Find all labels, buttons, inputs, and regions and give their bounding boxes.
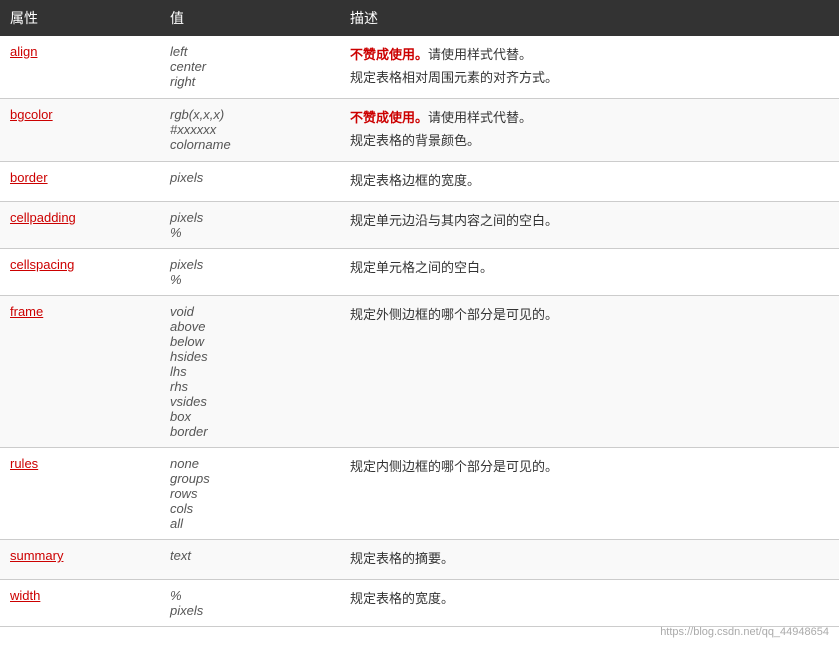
val-item: % [170, 588, 330, 603]
table-row: cellpadding pixels% 规定单元边沿与其内容之间的空白。 [0, 202, 839, 249]
desc-cell: 规定外侧边框的哪个部分是可见的。 [340, 296, 839, 448]
val-item: border [170, 424, 330, 439]
table-row: alignleftcenterright不赞成使用。请使用样式代替。规定表格相对… [0, 36, 839, 99]
attr-link[interactable]: border [10, 170, 48, 185]
desc-line: 不赞成使用。请使用样式代替。 [350, 44, 829, 63]
desc-cell: 规定单元格之间的空白。 [340, 249, 839, 296]
table-header: 属性 值 描述 [0, 0, 839, 36]
val-item: above [170, 319, 330, 334]
attr-link[interactable]: summary [10, 548, 63, 563]
attr-link[interactable]: cellspacing [10, 257, 74, 272]
table-row: rules nonegroupsrowscolsall 规定内侧边框的哪个部分是可见… [0, 448, 839, 540]
desc-cell: 规定单元边沿与其内容之间的空白。 [340, 202, 839, 249]
table-row: border pixels 规定表格边框的宽度。 [0, 162, 839, 202]
val-cell: voidabovebelowhsideslhsrhsvsidesboxborde… [160, 296, 340, 448]
desc-cell: 规定表格的宽度。 [340, 580, 839, 627]
table-row: frame voidabovebelowhsideslhsrhsvsidesbox… [0, 296, 839, 448]
val-cell: %pixels [160, 580, 340, 627]
val-item: pixels [170, 210, 330, 225]
table-row: cellspacing pixels% 规定单元格之间的空白。 [0, 249, 839, 296]
desc-line: 规定表格的摘要。 [350, 548, 829, 567]
attr-link[interactable]: bgcolor [10, 107, 53, 122]
val-item: void [170, 304, 330, 319]
val-cell: pixels% [160, 202, 340, 249]
attr-cell: bgcolor [0, 99, 160, 162]
desc-cell: 不赞成使用。请使用样式代替。规定表格相对周围元素的对齐方式。 [340, 36, 839, 99]
val-item: box [170, 409, 330, 424]
val-item: none [170, 456, 330, 471]
header-desc: 描述 [340, 0, 839, 36]
table-row: width%pixels规定表格的宽度。 [0, 580, 839, 627]
val-cell: nonegroupsrowscolsall [160, 448, 340, 540]
attr-link[interactable]: cellpadding [10, 210, 76, 225]
watermark: https://blog.csdn.net/qq_44948654 [660, 626, 829, 638]
attr-link[interactable]: frame [10, 304, 43, 319]
desc-cell: 规定内侧边框的哪个部分是可见的。 [340, 448, 839, 540]
desc-line: 规定单元边沿与其内容之间的空白。 [350, 210, 829, 229]
attributes-table: 属性 值 描述 alignleftcenterright不赞成使用。请使用样式代… [0, 0, 839, 627]
val-item: pixels [170, 603, 330, 618]
val-item: text [170, 548, 330, 563]
table-row: bgcolorrgb(x,x,x)#xxxxxxcolorname不赞成使用。请… [0, 99, 839, 162]
desc-line: 规定表格边框的宽度。 [350, 170, 829, 189]
val-item: lhs [170, 364, 330, 379]
val-item: rhs [170, 379, 330, 394]
header-attr: 属性 [0, 0, 160, 36]
deprecated-text: 不赞成使用。 [350, 47, 428, 62]
attr-cell: frame [0, 296, 160, 448]
attr-cell: align [0, 36, 160, 99]
val-item: pixels [170, 170, 330, 185]
val-cell: text [160, 540, 340, 580]
val-cell: leftcenterright [160, 36, 340, 99]
desc-line: 规定内侧边框的哪个部分是可见的。 [350, 456, 829, 475]
desc-line: 规定外侧边框的哪个部分是可见的。 [350, 304, 829, 323]
val-item: % [170, 272, 330, 287]
attr-link[interactable]: width [10, 588, 40, 603]
attr-cell: cellspacing [0, 249, 160, 296]
attr-cell: cellpadding [0, 202, 160, 249]
attr-link[interactable]: align [10, 44, 37, 59]
val-cell: rgb(x,x,x)#xxxxxxcolorname [160, 99, 340, 162]
desc-cell: 不赞成使用。请使用样式代替。规定表格的背景颜色。 [340, 99, 839, 162]
deprecated-text: 不赞成使用。 [350, 110, 428, 125]
val-item: right [170, 74, 330, 89]
desc-cell: 规定表格边框的宽度。 [340, 162, 839, 202]
val-item: groups [170, 471, 330, 486]
val-item: pixels [170, 257, 330, 272]
val-item: hsides [170, 349, 330, 364]
val-cell: pixels [160, 162, 340, 202]
desc-cell: 规定表格的摘要。 [340, 540, 839, 580]
val-item: vsides [170, 394, 330, 409]
attr-cell: border [0, 162, 160, 202]
val-item: cols [170, 501, 330, 516]
attr-cell: width [0, 580, 160, 627]
val-item: left [170, 44, 330, 59]
desc-line: 规定单元格之间的空白。 [350, 257, 829, 276]
desc-line: 规定表格的背景颜色。 [350, 130, 829, 149]
attr-cell: rules [0, 448, 160, 540]
attr-link[interactable]: rules [10, 456, 38, 471]
header-val: 值 [160, 0, 340, 36]
desc-line: 规定表格的宽度。 [350, 588, 829, 607]
val-item: colorname [170, 137, 330, 152]
desc-line: 不赞成使用。请使用样式代替。 [350, 107, 829, 126]
val-item: rgb(x,x,x) [170, 107, 330, 122]
table-row: summary text 规定表格的摘要。 [0, 540, 839, 580]
val-item: % [170, 225, 330, 240]
attr-cell: summary [0, 540, 160, 580]
desc-line: 规定表格相对周围元素的对齐方式。 [350, 67, 829, 86]
val-item: below [170, 334, 330, 349]
val-cell: pixels% [160, 249, 340, 296]
val-item: #xxxxxx [170, 122, 330, 137]
val-item: all [170, 516, 330, 531]
val-item: center [170, 59, 330, 74]
val-item: rows [170, 486, 330, 501]
